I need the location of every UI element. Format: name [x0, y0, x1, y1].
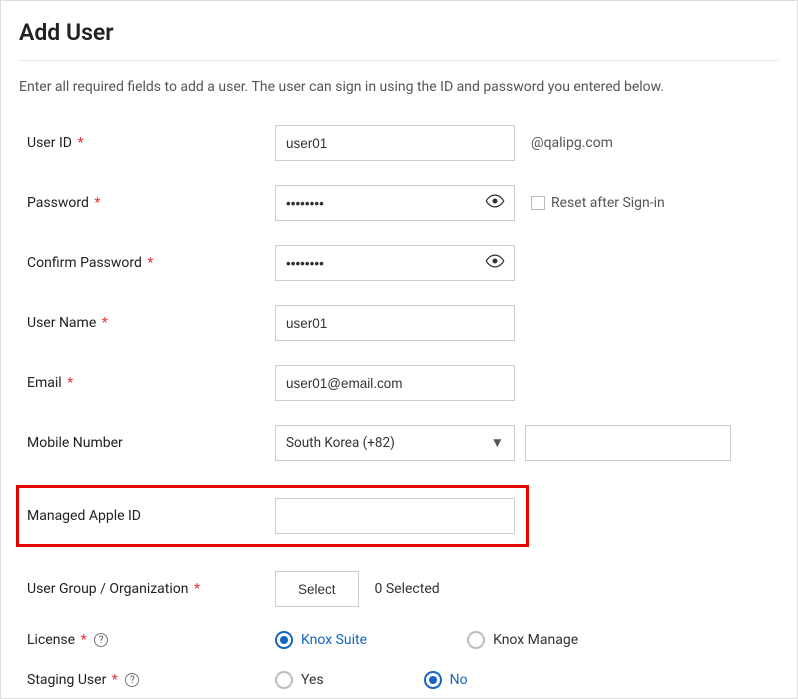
user-name-input[interactable] [275, 305, 515, 341]
label-mobile-text: Mobile Number [27, 435, 123, 451]
help-icon[interactable]: ? [94, 633, 108, 647]
required-marker: * [77, 135, 83, 151]
radio-knox-suite[interactable]: Knox Suite [275, 631, 367, 649]
staging-radio-group: Yes No [275, 671, 468, 689]
row-user-group: User Group / Organization * Select 0 Sel… [27, 571, 779, 607]
label-managed-apple-id-text: Managed Apple ID [27, 508, 141, 524]
label-email-text: Email [27, 375, 62, 391]
radio-icon [275, 631, 293, 649]
field-password: Reset after Sign-in [275, 185, 665, 221]
label-license-text: License [27, 632, 75, 648]
row-managed-apple-id: Managed Apple ID [27, 498, 526, 534]
label-user-id-text: User ID [27, 135, 72, 151]
help-icon[interactable]: ? [125, 673, 139, 687]
label-password-text: Password [27, 195, 89, 211]
radio-knox-suite-label: Knox Suite [301, 632, 367, 648]
field-user-id: @qalipg.com [275, 125, 613, 161]
row-license: License * ? Knox Suite Knox Manage [27, 631, 779, 649]
label-user-group-text: User Group / Organization [27, 581, 189, 597]
row-password: Password * Reset after Sign-in [27, 185, 779, 221]
label-staging-user-text: Staging User [27, 672, 106, 688]
reset-checkbox[interactable]: Reset after Sign-in [531, 195, 665, 211]
password-input[interactable] [275, 185, 515, 221]
required-marker: * [67, 375, 73, 391]
mobile-number-input[interactable] [525, 425, 731, 461]
checkbox-icon [531, 196, 545, 210]
field-confirm-password [275, 245, 515, 281]
country-code-value: South Korea (+82) [286, 435, 395, 451]
field-managed-apple-id [275, 498, 515, 534]
label-mobile: Mobile Number [27, 435, 275, 451]
country-code-select[interactable]: South Korea (+82) ▼ [275, 425, 515, 461]
row-user-name: User Name * [27, 305, 779, 341]
form: User ID * @qalipg.com Password * [19, 125, 779, 689]
label-email: Email * [27, 375, 275, 391]
password-input-wrap [275, 185, 515, 221]
radio-icon [275, 671, 293, 689]
intro-text: Enter all required fields to add a user.… [19, 79, 779, 95]
radio-icon [467, 631, 485, 649]
required-marker: * [94, 195, 100, 211]
confirm-password-input-wrap [275, 245, 515, 281]
license-radio-group: Knox Suite Knox Manage [275, 631, 578, 649]
label-managed-apple-id: Managed Apple ID [27, 508, 275, 524]
selected-count: 0 Selected [375, 581, 440, 597]
add-user-panel: Add User Enter all required fields to ad… [0, 0, 798, 699]
label-user-name: User Name * [27, 315, 275, 331]
highlight-managed-apple-id: Managed Apple ID [16, 485, 529, 547]
radio-staging-no[interactable]: No [424, 671, 468, 689]
field-email [275, 365, 515, 401]
confirm-password-input[interactable] [275, 245, 515, 281]
select-group-button[interactable]: Select [275, 571, 359, 607]
label-user-name-text: User Name [27, 315, 96, 331]
reset-checkbox-label: Reset after Sign-in [551, 195, 665, 211]
row-email: Email * [27, 365, 779, 401]
row-confirm-password: Confirm Password * [27, 245, 779, 281]
chevron-down-icon: ▼ [491, 435, 504, 451]
label-user-id: User ID * [27, 135, 275, 151]
managed-apple-id-input[interactable] [275, 498, 515, 534]
field-user-name [275, 305, 515, 341]
row-staging-user: Staging User * ? Yes No [27, 671, 779, 689]
label-confirm-password: Confirm Password * [27, 255, 275, 271]
required-marker: * [81, 632, 87, 648]
row-user-id: User ID * @qalipg.com [27, 125, 779, 161]
radio-staging-yes-label: Yes [301, 672, 324, 688]
required-marker: * [102, 315, 108, 331]
eye-icon[interactable] [485, 251, 505, 275]
label-password: Password * [27, 195, 275, 211]
label-user-group: User Group / Organization * [27, 581, 275, 597]
email-input[interactable] [275, 365, 515, 401]
label-staging-user: Staging User * ? [27, 672, 275, 689]
required-marker: * [147, 255, 153, 271]
divider [19, 60, 779, 61]
required-marker: * [194, 581, 200, 597]
eye-icon[interactable] [485, 191, 505, 215]
radio-staging-no-label: No [450, 672, 468, 688]
field-mobile: South Korea (+82) ▼ [275, 425, 731, 461]
user-id-input[interactable] [275, 125, 515, 161]
required-marker: * [112, 672, 118, 688]
radio-knox-manage-label: Knox Manage [493, 632, 578, 648]
user-id-suffix: @qalipg.com [531, 135, 613, 151]
radio-icon [424, 671, 442, 689]
radio-knox-manage[interactable]: Knox Manage [467, 631, 578, 649]
row-mobile: Mobile Number South Korea (+82) ▼ [27, 425, 779, 461]
page-title: Add User [19, 19, 779, 46]
field-user-group: Select 0 Selected [275, 571, 440, 607]
label-license: License * ? [27, 632, 275, 649]
label-confirm-password-text: Confirm Password [27, 255, 142, 271]
radio-staging-yes[interactable]: Yes [275, 671, 324, 689]
